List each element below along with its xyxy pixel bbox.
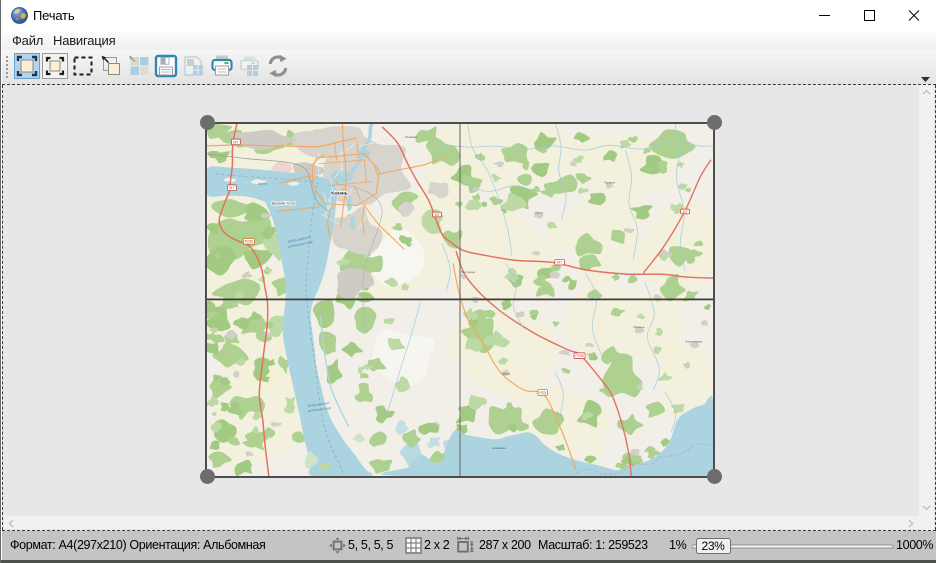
- svg-text:Шали: Шали: [535, 210, 543, 214]
- svg-text:Шали: Шали: [502, 372, 510, 376]
- svg-text:М7: М7: [229, 186, 234, 190]
- svg-text:23%: 23%: [702, 539, 726, 553]
- svg-text:Алексеевск.: Алексеевск.: [685, 340, 702, 344]
- svg-text:М7: М7: [557, 261, 562, 265]
- svg-text:М7: М7: [435, 213, 440, 217]
- svg-text:Р23: Р23: [539, 391, 545, 395]
- svg-text:Атабаево: Атабаево: [492, 446, 506, 450]
- svg-text:Р239: Р239: [245, 240, 253, 244]
- svg-text:Казань: Казань: [331, 191, 348, 197]
- svg-text:М7: М7: [683, 210, 688, 214]
- svg-text:Именьк.: Именьк.: [634, 325, 646, 329]
- svg-text:М7: М7: [233, 140, 238, 144]
- svg-text:Верхний Услон: Верхний Услон: [272, 202, 296, 206]
- svg-text:Осиново: Осиново: [405, 135, 418, 139]
- svg-text:Р239: Р239: [575, 354, 583, 358]
- svg-text:Пестрецы: Пестрецы: [461, 270, 475, 274]
- svg-text:Тюлячи: Тюлячи: [604, 181, 615, 185]
